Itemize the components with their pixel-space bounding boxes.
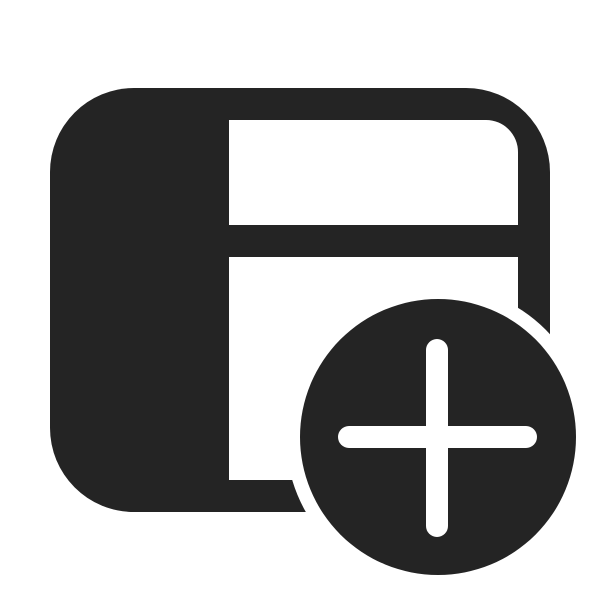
table-cell-header (229, 120, 518, 225)
add-circle-icon (300, 299, 576, 575)
table-add-icon (50, 88, 576, 575)
icon-canvas (0, 0, 600, 600)
